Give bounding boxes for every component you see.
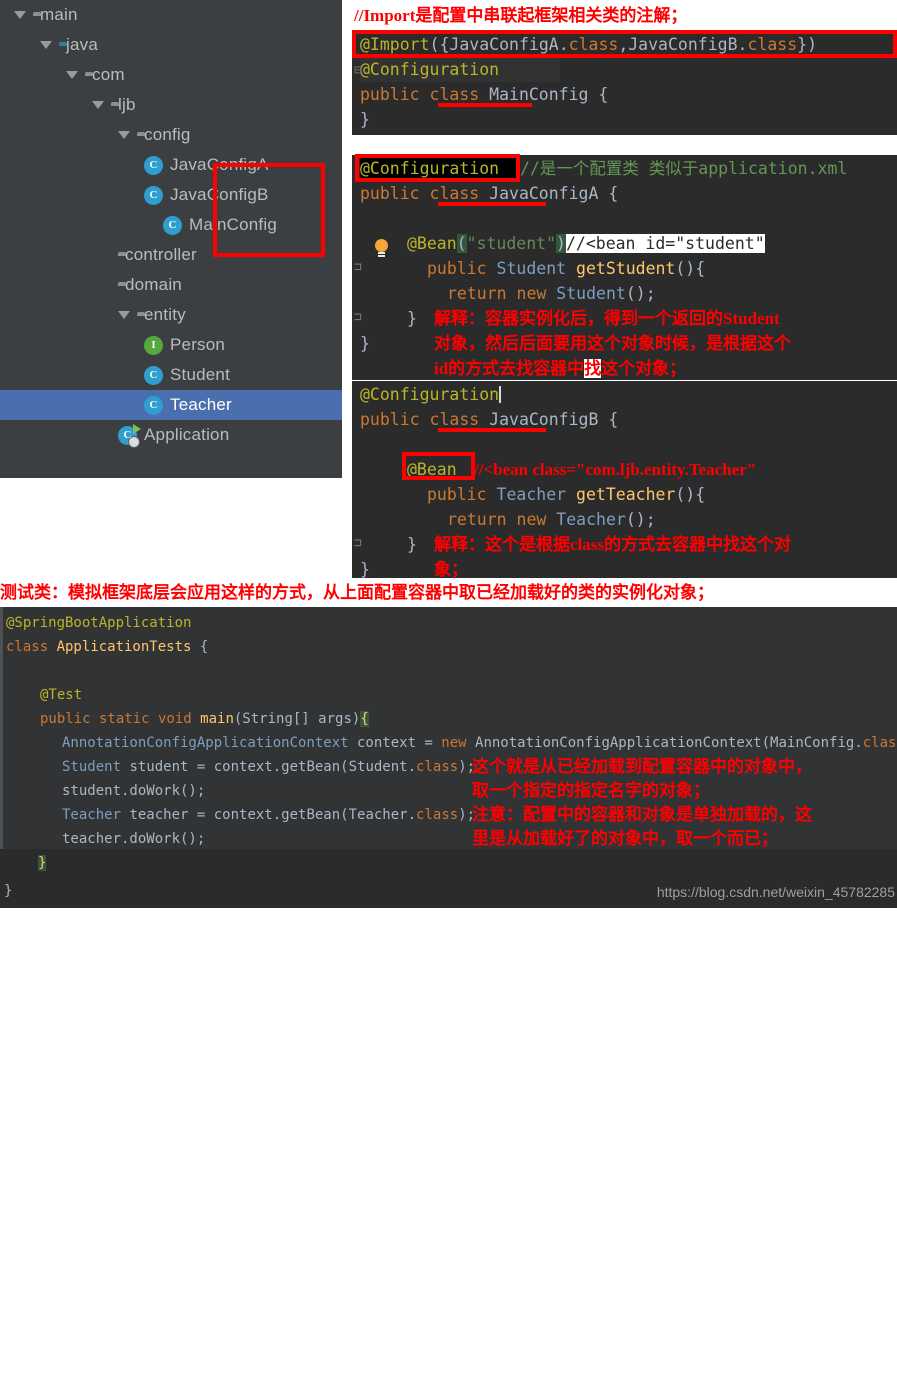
mainconfig-configuration-line: @Configuration — [360, 57, 560, 82]
intention-bulb-icon[interactable] — [375, 239, 388, 254]
tree-item-main[interactable]: main — [0, 0, 342, 30]
code-block-javaconfigb[interactable]: @Configuration public class JavaConfigB … — [352, 381, 897, 579]
code-block-javaconfiga[interactable]: @Configuration //是一个配置类 类似于application.x… — [352, 155, 897, 380]
javaconfiga-config-comment: //是一个配置类 类似于application.xml — [520, 159, 848, 178]
java-class-icon: C — [163, 215, 182, 235]
tree-item-label: domain — [125, 275, 182, 294]
code-fold-icon-4[interactable]: ⊐ — [354, 531, 362, 556]
test-student-line: Student student = context.getBean(Studen… — [62, 759, 476, 775]
code-block-applicationtests[interactable]: @SpringBootApplication class Application… — [0, 607, 897, 908]
mainconfig-import-line: @Import({JavaConfigA.class,JavaConfigB.c… — [360, 35, 818, 54]
tree-item-mainconfig[interactable]: C MainConfig — [0, 210, 342, 240]
tree-item-label: Person — [170, 335, 226, 354]
student-explain-line-1: 解释：容器实例化后，得到一个返回的Student — [434, 309, 780, 328]
tree-item-label: com — [92, 65, 125, 84]
javaconfigb-method-signature: public Teacher getTeacher(){ — [427, 485, 706, 504]
tree-item-domain[interactable]: domain — [0, 270, 342, 300]
test-main-signature: public static void main(String[] args){ — [40, 711, 369, 727]
code-fold-icon-3[interactable]: ⊐ — [354, 305, 362, 330]
test-teacher-line: Teacher teacher = context.getBean(Teache… — [62, 807, 476, 823]
javaconfigb-bean-line: @Bean — [407, 460, 457, 479]
project-tree-panel[interactable]: main java com ljb config C JavaConfigA C JavaCon… — [0, 0, 342, 478]
spring-boot-app-icon: C — [118, 423, 141, 448]
test-student-dowork: student.doWork(); — [62, 783, 206, 799]
tree-item-label: controller — [125, 245, 197, 264]
mainconfig-close-brace: } — [360, 110, 370, 129]
tree-item-com[interactable]: com — [0, 60, 342, 90]
test-class-note: 测试类：模拟框架底层会应用这样的方式，从上面配置容器中取已经加载好的类的实例化对… — [0, 581, 897, 605]
javaconfiga-configuration-line: @Configuration — [360, 156, 520, 181]
teacher-explain-line-2: 象； — [434, 560, 468, 579]
tree-item-config[interactable]: config — [0, 120, 342, 150]
javaconfiga-bean-line: @Bean("student")//<bean id="student" — [407, 234, 765, 253]
javaconfigb-method-close: } — [407, 535, 417, 554]
test-class-declaration: class ApplicationTests { — [6, 639, 209, 655]
tree-item-javaconfigb[interactable]: C JavaConfigB — [0, 180, 342, 210]
tree-item-javaconfiga[interactable]: C JavaConfigA — [0, 150, 342, 180]
tree-item-entity[interactable]: entity — [0, 300, 342, 330]
chevron-down-icon[interactable] — [92, 101, 104, 109]
student-explain-line-3: id的方式去找容器中找这个对象； — [434, 359, 687, 378]
watermark-url: https://blog.csdn.net/weixin_45782285 — [656, 884, 895, 900]
test-main-close: } — [38, 855, 47, 871]
bottom-note-2: 取一个指定的指定名字的对象； — [472, 781, 710, 800]
java-interface-icon: I — [144, 335, 163, 355]
javaconfigb-class-close: } — [360, 560, 370, 579]
teacher-bean-comment: //<bean class="com.ljb.entity.Teacher" — [474, 460, 757, 479]
java-class-icon: C — [144, 185, 163, 205]
javaconfigb-return-line: return new Teacher(); — [447, 510, 656, 529]
tree-item-controller[interactable]: controller — [0, 240, 342, 270]
test-context-line: AnnotationConfigApplicationContext conte… — [62, 735, 897, 751]
chevron-down-icon[interactable] — [66, 71, 78, 79]
tree-item-label: config — [144, 125, 191, 144]
chevron-down-icon[interactable] — [14, 11, 26, 19]
teacher-explain-line-1: 解释：这个是根据class的方式去容器中找这个对 — [434, 535, 791, 554]
javaconfiga-return-line: return new Student(); — [447, 284, 656, 303]
editor-gutter-bar — [0, 607, 3, 849]
javaconfiga-method-close: } — [407, 309, 417, 328]
tree-item-label: Student — [170, 365, 231, 384]
bottom-note-1: 这个就是从已经加载到配置容器中的对象中， — [472, 757, 812, 776]
tree-item-label: entity — [144, 305, 186, 324]
code-fold-icon-2[interactable]: ⊐ — [354, 255, 362, 280]
no-arrow-spacer — [144, 219, 156, 231]
test-teacher-dowork: teacher.doWork(); — [62, 831, 206, 847]
tree-item-label: Application — [144, 425, 230, 444]
tree-item-label: JavaConfigB — [170, 185, 269, 204]
java-class-icon: C — [144, 365, 163, 385]
tree-item-person[interactable]: I Person — [0, 330, 342, 360]
student-explain-line-2: 对象，然后后面要用这个对象时候，是根据这个 — [434, 334, 791, 353]
chevron-down-icon[interactable] — [40, 41, 52, 49]
mainconfig-class-line: public class MainConfig { — [360, 85, 609, 104]
tree-item-teacher[interactable]: C Teacher — [0, 390, 342, 420]
tree-item-label: main — [40, 5, 78, 24]
tree-item-label: MainConfig — [189, 215, 277, 234]
tree-item-student[interactable]: C Student — [0, 360, 342, 390]
tree-item-application[interactable]: C Application — [0, 420, 342, 450]
code-fold-icon[interactable]: ⊟ — [354, 58, 362, 83]
javaconfigb-class-line: public class JavaConfigB { — [360, 410, 619, 429]
bottom-note-4: 里是从加载好了的对象中，取一个而已； — [472, 829, 778, 848]
java-class-icon: C — [144, 155, 163, 175]
test-class-close: } — [4, 883, 13, 899]
javaconfigb-configuration-line: @Configuration — [360, 385, 502, 404]
javaconfiga-class-close: } — [360, 334, 370, 353]
screenshot-root: main java com ljb config C JavaConfigA C JavaCon… — [0, 0, 897, 908]
chevron-down-icon[interactable] — [118, 131, 130, 139]
code-block-mainconfig[interactable]: @Import({JavaConfigA.class,JavaConfigB.c… — [352, 31, 897, 135]
chevron-down-icon[interactable] — [118, 311, 130, 319]
tree-item-label: JavaConfigA — [170, 155, 269, 174]
tree-item-label: java — [66, 35, 98, 54]
bottom-note-3: 注意：配置中的容器和对象是单独加载的，这 — [472, 805, 812, 824]
tree-item-java[interactable]: java — [0, 30, 342, 60]
java-class-icon: C — [144, 395, 163, 415]
test-annotation: @Test — [40, 687, 83, 703]
tree-item-label: Teacher — [170, 395, 232, 414]
code-annotations-panel: //Import是配置中串联起框架相关类的注解； @Import({JavaCo… — [352, 0, 897, 579]
javaconfiga-method-signature: public Student getStudent(){ — [427, 259, 706, 278]
tree-item-ljb[interactable]: ljb — [0, 90, 342, 120]
import-annotation-note: //Import是配置中串联起框架相关类的注解； — [354, 6, 688, 25]
javaconfiga-class-line: public class JavaConfigA { — [360, 184, 619, 203]
test-springboot-annotation: @SpringBootApplication — [6, 615, 192, 631]
